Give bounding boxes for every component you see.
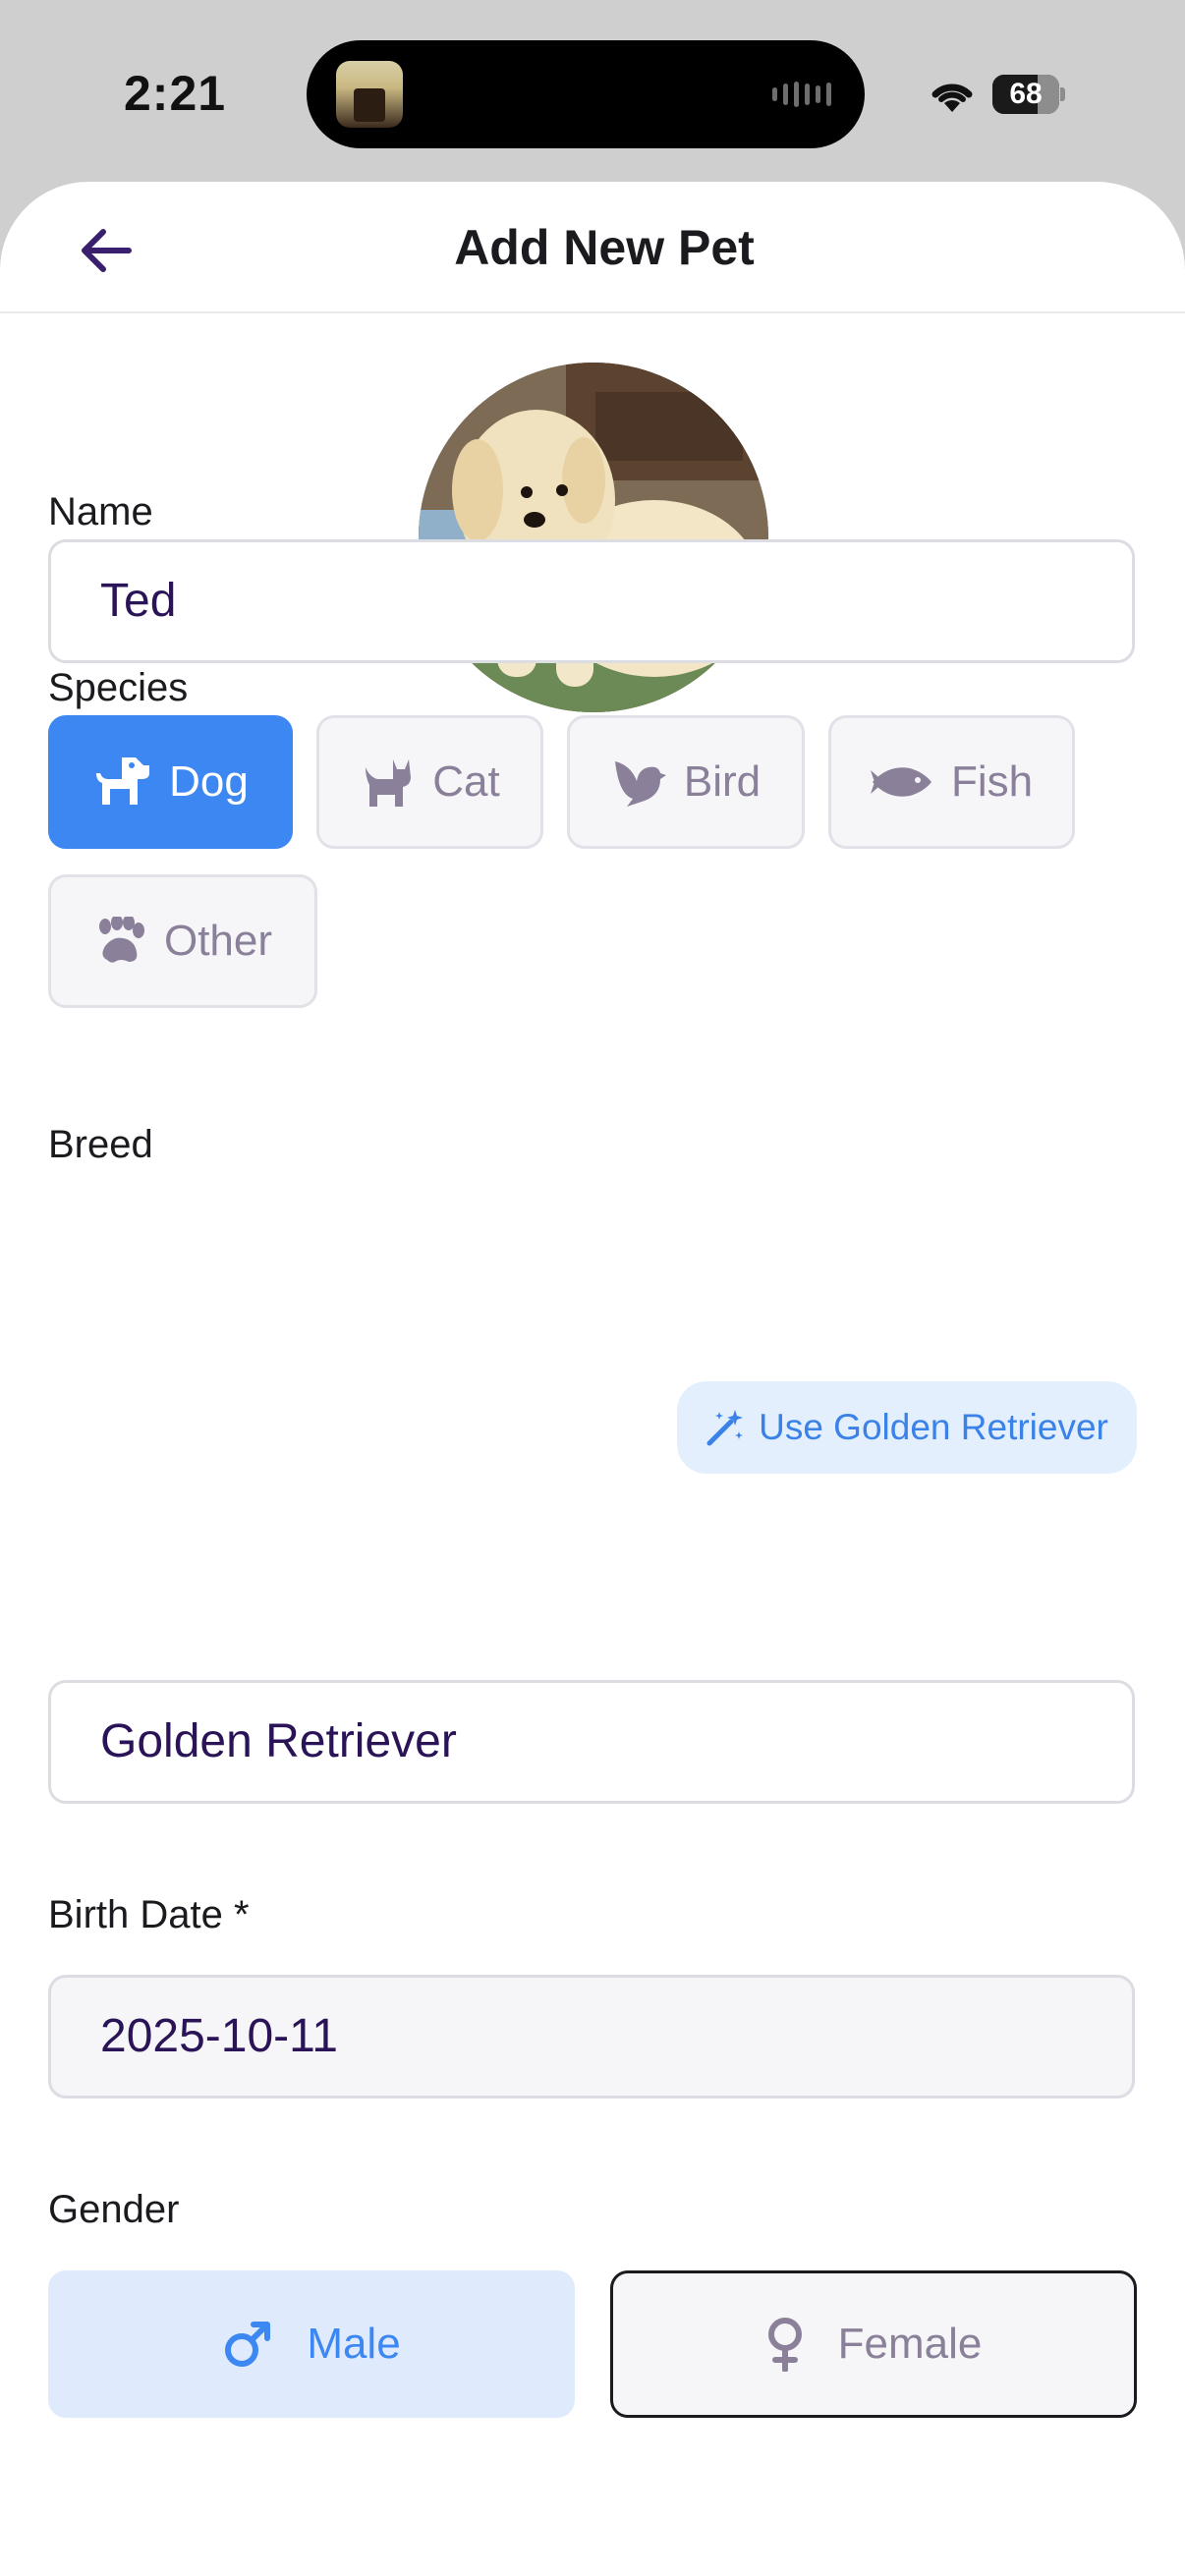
name-value: Ted: [100, 575, 177, 627]
gender-female-button[interactable]: Female: [610, 2270, 1137, 2418]
status-bar: 2:21 68: [0, 0, 1185, 182]
birth-date-label: Birth Date *: [48, 1893, 250, 1936]
cat-icon: [366, 759, 412, 807]
gender-female-label: Female: [837, 2320, 983, 2368]
fish-icon: [870, 767, 931, 797]
page-title: Add New Pet: [454, 220, 755, 275]
name-label: Name: [48, 490, 153, 533]
header: Add New Pet: [0, 182, 1185, 313]
breed-value: Golden Retriever: [100, 1715, 457, 1767]
female-icon: [767, 2318, 802, 2372]
use-suggested-breed-label: Use Golden Retriever: [759, 1407, 1108, 1447]
male-icon: [225, 2322, 271, 2367]
species-option-fish[interactable]: Fish: [828, 715, 1075, 849]
dog-icon: [96, 757, 150, 805]
birth-date-field[interactable]: 2025-10-11: [48, 1975, 1135, 2099]
species-other-label: Other: [163, 917, 273, 965]
bird-icon: [614, 761, 666, 807]
audio-waveform-icon: [772, 82, 835, 107]
species-option-dog[interactable]: Dog: [48, 715, 293, 849]
birth-date-value: 2025-10-11: [100, 2010, 338, 2062]
now-playing-artwork: [336, 61, 403, 128]
name-input[interactable]: Ted: [48, 539, 1135, 663]
paw-icon: [98, 917, 144, 963]
dynamic-island: [307, 40, 865, 148]
species-option-cat[interactable]: Cat: [316, 715, 543, 849]
breed-label: Breed: [48, 1123, 153, 1166]
breed-input[interactable]: Golden Retriever: [48, 1680, 1135, 1804]
wifi-icon: [931, 84, 973, 112]
battery-indicator: 68: [992, 75, 1065, 114]
species-option-bird[interactable]: Bird: [567, 715, 805, 849]
gender-label: Gender: [48, 2188, 180, 2231]
species-dog-label: Dog: [169, 757, 249, 806]
species-cat-label: Cat: [432, 757, 500, 806]
battery-percent: 68: [1009, 78, 1043, 110]
species-fish-label: Fish: [950, 757, 1034, 806]
magic-wand-icon: [706, 1410, 744, 1446]
status-time: 2:21: [124, 66, 227, 121]
species-label: Species: [48, 666, 189, 709]
use-suggested-breed-button[interactable]: Use Golden Retriever: [677, 1381, 1137, 1474]
species-bird-label: Bird: [683, 757, 762, 806]
gender-male-label: Male: [307, 2320, 401, 2368]
species-option-other[interactable]: Other: [48, 874, 317, 1008]
gender-male-button[interactable]: Male: [48, 2270, 575, 2418]
